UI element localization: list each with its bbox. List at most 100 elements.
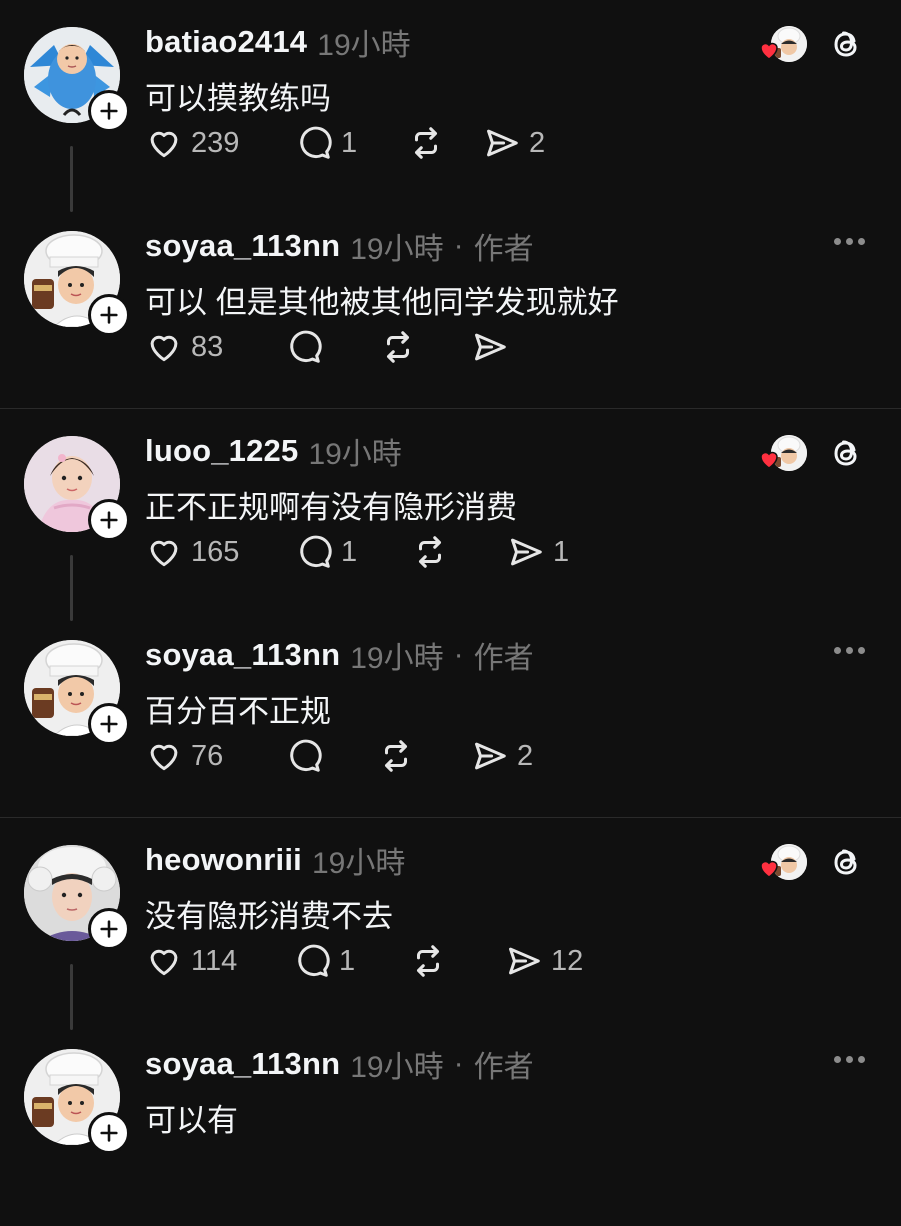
follow-plus-button[interactable]: [88, 703, 130, 745]
repost-arrows-icon: [386, 331, 410, 363]
threads-logo-icon[interactable]: [827, 842, 867, 882]
timestamp: 19小時: [308, 438, 402, 471]
speech-bubble-icon: [300, 126, 332, 159]
author-tag: 作者: [473, 642, 534, 675]
reply-post[interactable]: soyaa_113nn 19小時 · 作者 可以 但是其他被其他同学发现就好 8…: [0, 204, 901, 408]
repost-button[interactable]: [407, 118, 483, 168]
comment-post[interactable]: batiao2414 19小時 可以摸教练吗 239 1 2: [0, 0, 901, 212]
repost-arrows-icon: [414, 127, 438, 159]
post-right-icons: [757, 842, 867, 882]
paper-plane-icon: [511, 538, 542, 566]
threads-logo-icon[interactable]: [827, 24, 867, 64]
share-button[interactable]: 2: [471, 731, 533, 781]
timestamp: 19小時: [317, 29, 411, 62]
like-count: 83: [191, 330, 224, 363]
heart-outline-icon: [150, 131, 178, 158]
paper-plane-icon: [475, 742, 506, 770]
share-count: 12: [551, 944, 584, 977]
username[interactable]: batiao2414: [145, 24, 307, 60]
heart-outline-icon: [150, 949, 178, 976]
thread-1: batiao2414 19小時 可以摸教练吗 239 1 2 soyaa_113…: [0, 0, 901, 408]
share-button[interactable]: [471, 322, 509, 372]
share-count: 1: [553, 535, 570, 568]
comment-post[interactable]: luoo_1225 19小時 正不正规啊有没有隐形消费 165 1 1: [0, 409, 901, 621]
reply-button[interactable]: 1: [293, 936, 409, 986]
threads-logo-icon[interactable]: [827, 433, 867, 473]
separator-dot: ·: [453, 638, 464, 671]
repost-button[interactable]: [379, 322, 471, 372]
paper-plane-icon: [509, 947, 540, 975]
liked-by-author: [757, 24, 809, 64]
plus-icon: [100, 1124, 118, 1142]
reply-button[interactable]: [285, 731, 377, 781]
like-count: 76: [191, 739, 224, 772]
comment-text: 正不正规啊有没有隐形消费: [145, 490, 517, 525]
like-button[interactable]: 239: [145, 118, 295, 168]
username[interactable]: soyaa_113nn: [145, 1046, 340, 1082]
red-heart-icon: [760, 860, 778, 878]
share-button[interactable]: 12: [505, 936, 583, 986]
reply-button[interactable]: 1: [295, 118, 407, 168]
heart-outline-icon: [150, 744, 178, 771]
reply-text: 可以 但是其他被其他同学发现就好: [145, 285, 619, 320]
timestamp: 19小時: [350, 1051, 444, 1084]
heart-outline-icon: [150, 540, 178, 567]
like-count: 114: [191, 944, 238, 977]
author-tag: 作者: [473, 1051, 534, 1084]
reply-text: 可以有: [145, 1103, 238, 1138]
more-dots-icon[interactable]: [834, 1056, 865, 1063]
comment-text: 没有隐形消费不去: [145, 899, 393, 934]
like-button[interactable]: 114: [145, 936, 293, 986]
reply-post[interactable]: soyaa_113nn 19小時 · 作者 可以有: [0, 1022, 901, 1226]
action-bar: 165 1 1: [145, 527, 569, 577]
paper-plane-icon: [475, 333, 506, 361]
plus-icon: [100, 511, 118, 529]
thread-line: [70, 964, 73, 1030]
liked-by-author: [757, 433, 809, 473]
share-button[interactable]: 2: [483, 118, 545, 168]
follow-plus-button[interactable]: [88, 294, 130, 336]
reply-button[interactable]: [285, 322, 379, 372]
repost-arrows-icon: [416, 945, 440, 977]
like-button[interactable]: 83: [145, 322, 285, 372]
thread-2: luoo_1225 19小時 正不正规啊有没有隐形消费 165 1 1 soya…: [0, 408, 901, 817]
red-heart-icon: [760, 42, 778, 60]
like-count: 165: [191, 535, 240, 568]
reply-button[interactable]: 1: [295, 527, 411, 577]
share-button[interactable]: 1: [507, 527, 569, 577]
username[interactable]: luoo_1225: [145, 433, 298, 469]
timestamp: 19小時: [350, 233, 444, 266]
follow-plus-button[interactable]: [88, 908, 130, 950]
reply-count: 1: [341, 535, 358, 568]
post-right-icons: [757, 24, 867, 64]
repost-button[interactable]: [409, 936, 505, 986]
thread-3: heowonriii 19小時 没有隐形消费不去 114 1 12 soyaa_…: [0, 817, 901, 1226]
username[interactable]: heowonriii: [145, 842, 302, 878]
plus-icon: [100, 102, 118, 120]
username[interactable]: soyaa_113nn: [145, 637, 340, 673]
more-dots-icon[interactable]: [834, 238, 865, 245]
follow-plus-button[interactable]: [88, 1112, 130, 1154]
paper-plane-icon: [487, 129, 518, 157]
follow-plus-button[interactable]: [88, 499, 130, 541]
separator-dot: ·: [453, 229, 464, 262]
more-dots-icon[interactable]: [834, 647, 865, 654]
share-count: 2: [529, 126, 546, 159]
like-button[interactable]: 165: [145, 527, 295, 577]
repost-button[interactable]: [377, 731, 471, 781]
repost-button[interactable]: [411, 527, 507, 577]
timestamp: 19小時: [312, 847, 406, 880]
like-button[interactable]: 76: [145, 731, 285, 781]
speech-bubble-icon: [290, 739, 322, 772]
reply-post[interactable]: soyaa_113nn 19小時 · 作者 百分百不正规 76 2: [0, 613, 901, 817]
timestamp: 19小時: [350, 642, 444, 675]
post-header: heowonriii 19小時: [145, 840, 405, 880]
share-count: 2: [517, 739, 534, 772]
follow-plus-button[interactable]: [88, 90, 130, 132]
post-header: batiao2414 19小時: [145, 22, 411, 62]
username[interactable]: soyaa_113nn: [145, 228, 340, 264]
comment-post[interactable]: heowonriii 19小時 没有隐形消费不去 114 1 12: [0, 818, 901, 1030]
post-header: soyaa_113nn 19小時 · 作者: [145, 635, 534, 675]
thread-line: [70, 555, 73, 621]
author-tag: 作者: [473, 233, 534, 266]
